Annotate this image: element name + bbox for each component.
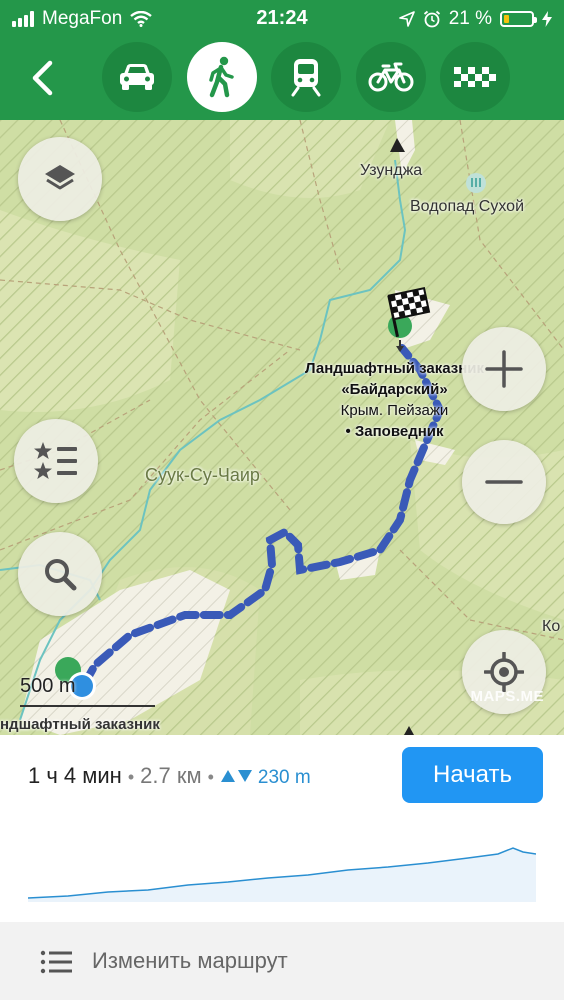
destination-line: Крым. Пейзажи [340, 402, 449, 419]
maps-me-watermark: MAPS.ME [470, 688, 544, 705]
route-elevation: 230 m [257, 767, 311, 788]
waterfall-icon [466, 173, 486, 193]
place-label: Узунджа [360, 162, 423, 179]
place-label: Водопад Сухой [410, 198, 525, 215]
list-icon [40, 950, 72, 974]
finish-flag-icon [387, 287, 431, 352]
search-button[interactable] [18, 532, 102, 616]
scale-bar [20, 705, 155, 707]
zoom-in-button[interactable] [462, 327, 546, 411]
status-bar: MegaFon 21:24 21 % [0, 0, 564, 38]
walking-icon [209, 56, 234, 98]
place-label: Суук-Су-Чаир [145, 465, 260, 485]
bookmarks-list-icon [34, 442, 77, 479]
battery-percent: 21 % [448, 8, 492, 29]
layers-button[interactable] [18, 137, 102, 221]
place-label: ндшафтный заказник [0, 716, 160, 733]
scale-label: 500 m [20, 675, 76, 697]
train-icon [291, 59, 321, 97]
map-scale: 500 m [20, 675, 155, 707]
destination-marker[interactable] [378, 284, 438, 359]
location-arrow-icon [398, 11, 415, 27]
separator-dot: • [127, 767, 135, 787]
mode-car-button[interactable] [102, 42, 172, 112]
chevron-left-icon [32, 60, 53, 96]
alarm-icon [423, 10, 440, 28]
start-navigation-button[interactable]: Начать [402, 747, 543, 803]
mode-transit-button[interactable] [271, 42, 341, 112]
elevation-profile [28, 847, 536, 902]
plus-icon [485, 350, 523, 388]
mode-walk-button[interactable] [187, 42, 257, 112]
charging-icon [542, 11, 552, 27]
status-right: 21 % [398, 8, 552, 30]
car-icon [120, 64, 154, 90]
elevation-up-down-icon [220, 770, 252, 782]
edit-route-label: Изменить маршрут [92, 948, 288, 973]
route-distance: 2.7 км [140, 763, 202, 788]
taxi-icon [454, 67, 496, 87]
minus-icon [485, 480, 523, 484]
edit-route-button[interactable]: Изменить маршрут [0, 922, 564, 1000]
zoom-out-button[interactable] [462, 440, 546, 524]
map-view[interactable]: Узунджа Водопад Сухой Суук-Су-Чаир Ко нд… [0, 120, 564, 735]
search-icon [45, 559, 77, 591]
route-summary: 1 ч 4 мин • 2.7 км • 230 m [28, 763, 311, 789]
route-panel: 1 ч 4 мин • 2.7 км • 230 m Начать Измени… [0, 735, 564, 1000]
bicycle-icon [368, 62, 414, 92]
route-duration: 1 ч 4 мин [28, 763, 122, 788]
layers-icon [45, 165, 75, 190]
mode-bike-button[interactable] [356, 42, 426, 112]
back-button[interactable] [20, 52, 64, 104]
top-bar: MegaFon 21:24 21 % [0, 0, 564, 120]
battery-icon [500, 11, 537, 27]
destination-line: • Заповедник [345, 423, 444, 440]
battery-level [504, 15, 509, 23]
mode-taxi-button[interactable] [440, 42, 510, 112]
separator-dot: • [207, 767, 214, 787]
place-label: Ко [542, 618, 561, 635]
bookmarks-button[interactable] [14, 419, 98, 503]
crosshair-icon [484, 652, 524, 692]
